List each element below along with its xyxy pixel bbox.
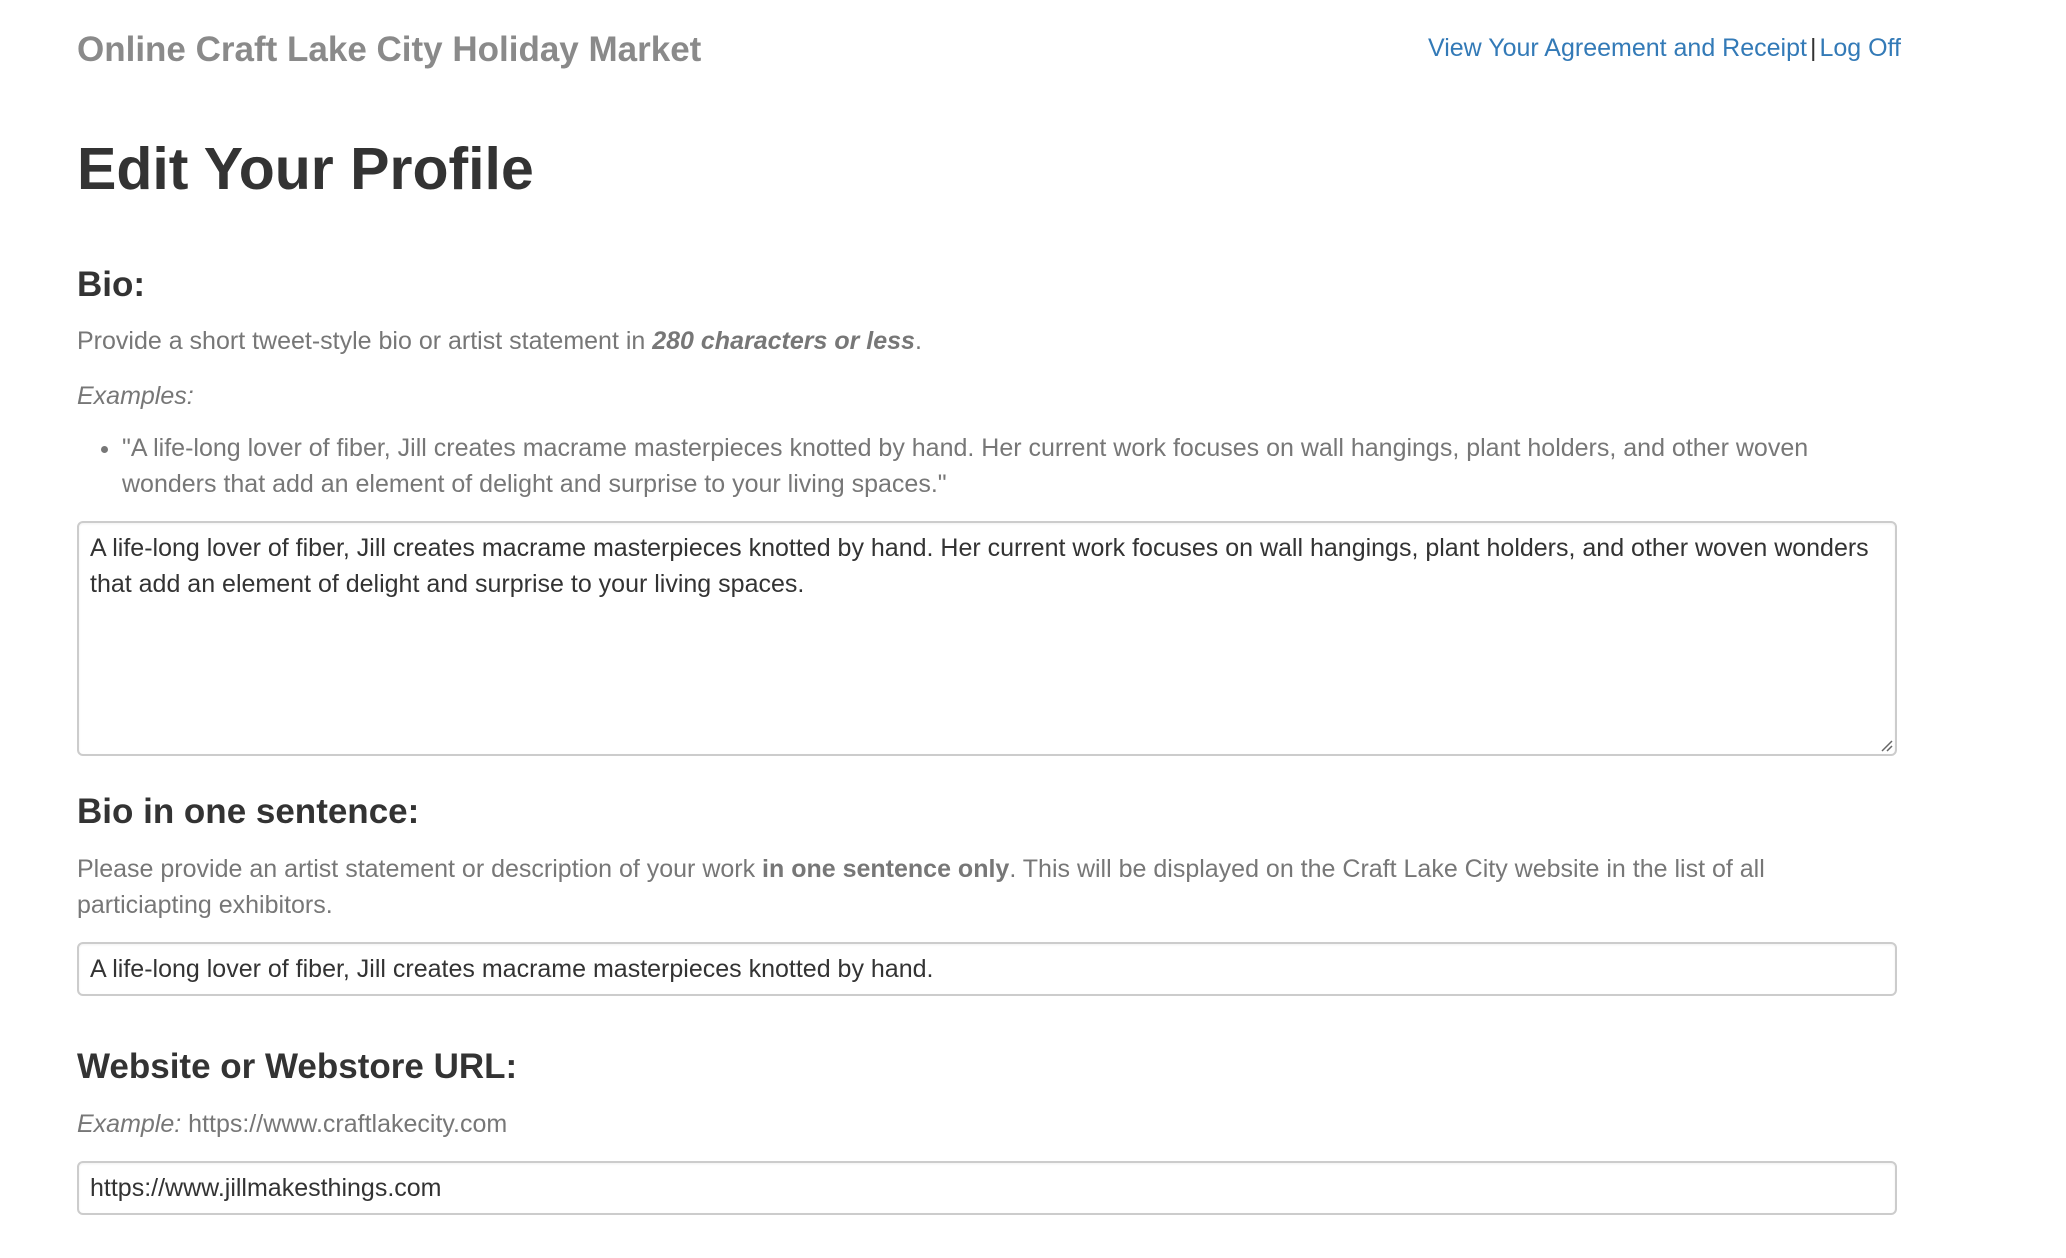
bio-sentence-help-prefix: Please provide an artist statement or de… [77, 855, 763, 883]
website-example-label: Example: [77, 1110, 182, 1138]
view-agreement-link[interactable]: View Your Agreement and Receipt [1428, 34, 1807, 62]
bio-examples-label: Examples: [77, 382, 194, 410]
page-title: Edit Your Profile [77, 136, 534, 202]
bio-heading: Bio: [77, 265, 146, 304]
bio-char-limit: 280 characters or less [652, 327, 915, 355]
bio-help-suffix: . [914, 327, 922, 355]
resize-handle-icon[interactable] [1877, 736, 1893, 752]
website-example-url: https://www.craftlakecity.com [181, 1110, 508, 1138]
bio-example-item: "A life-long lover of fiber, Jill create… [122, 430, 1897, 502]
nav-separator: | [1809, 34, 1817, 62]
top-nav: View Your Agreement and Receipt | Log Off [1428, 34, 1901, 63]
website-url-input[interactable] [77, 1161, 1897, 1215]
website-heading: Website or Webstore URL: [77, 1047, 518, 1086]
site-brand[interactable]: Online Craft Lake City Holiday Market [77, 30, 701, 70]
bio-sentence-input[interactable] [77, 942, 1897, 996]
log-off-link[interactable]: Log Off [1819, 34, 1901, 62]
bio-textarea-wrap: A life-long lover of fiber, Jill creates… [77, 521, 1897, 756]
bio-sentence-heading: Bio in one sentence: [77, 792, 420, 831]
bio-sentence-help-bold: in one sentence only [762, 855, 1010, 883]
bio-textarea[interactable]: A life-long lover of fiber, Jill creates… [77, 521, 1897, 756]
website-example-text: Example: https://www.craftlakecity.com [77, 1106, 1897, 1142]
bio-examples-list: "A life-long lover of fiber, Jill create… [77, 430, 1897, 502]
bio-sentence-help-text: Please provide an artist statement or de… [77, 851, 1897, 923]
page: Online Craft Lake City Holiday Market Vi… [0, 0, 2066, 1258]
bio-help-text: Provide a short tweet-style bio or artis… [77, 323, 1897, 359]
bio-help-prefix: Provide a short tweet-style bio or artis… [77, 327, 653, 355]
